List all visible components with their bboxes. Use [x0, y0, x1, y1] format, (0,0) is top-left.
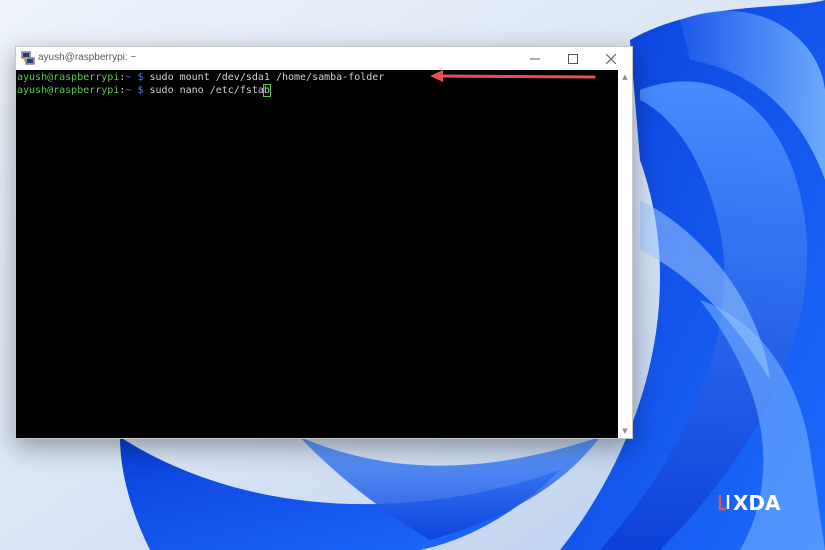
xda-logo: XDA — [718, 491, 781, 515]
maximize-icon — [568, 53, 578, 64]
prompt-symbol: $ — [137, 72, 144, 83]
terminal-command: sudo nano /etc/fsta — [149, 85, 264, 96]
maximize-button[interactable] — [554, 47, 592, 70]
terminal-command: sudo mount /dev/sda1 /home/samba-folder — [149, 72, 385, 83]
putty-terminal-window[interactable]: ayush@raspberrypi: ~ ayush@raspberrypi:~… — [15, 46, 633, 439]
terminal-line: ayush@raspberrypi:~ $ sudo nano /etc/fst… — [17, 84, 271, 97]
scroll-down-icon[interactable]: ▼ — [618, 426, 632, 436]
close-icon — [606, 53, 616, 64]
scroll-up-icon[interactable]: ▲ — [618, 72, 632, 82]
prompt-path: ~ — [125, 85, 132, 96]
prompt-path: ~ — [125, 72, 132, 83]
terminal-line: ayush@raspberrypi:~ $ sudo mount /dev/sd… — [17, 71, 384, 84]
terminal-output[interactable]: ayush@raspberrypi:~ $ sudo mount /dev/sd… — [16, 70, 618, 438]
xda-wordmark: XDA — [733, 491, 781, 515]
window-title: ayush@raspberrypi: ~ — [38, 52, 137, 63]
prompt-symbol: $ — [137, 85, 144, 96]
text-cursor: b — [262, 84, 271, 97]
minimize-icon — [530, 58, 540, 59]
prompt-user-host: ayush@raspberrypi — [17, 72, 120, 83]
prompt-user-host: ayush@raspberrypi — [17, 85, 120, 96]
window-titlebar[interactable]: ayush@raspberrypi: ~ — [16, 47, 632, 70]
close-button[interactable] — [592, 47, 630, 70]
vertical-scrollbar[interactable]: ▲ ▼ — [618, 70, 632, 438]
minimize-button[interactable] — [516, 47, 554, 70]
xda-watermark: XDA — [716, 489, 796, 515]
putty-icon — [21, 51, 35, 65]
